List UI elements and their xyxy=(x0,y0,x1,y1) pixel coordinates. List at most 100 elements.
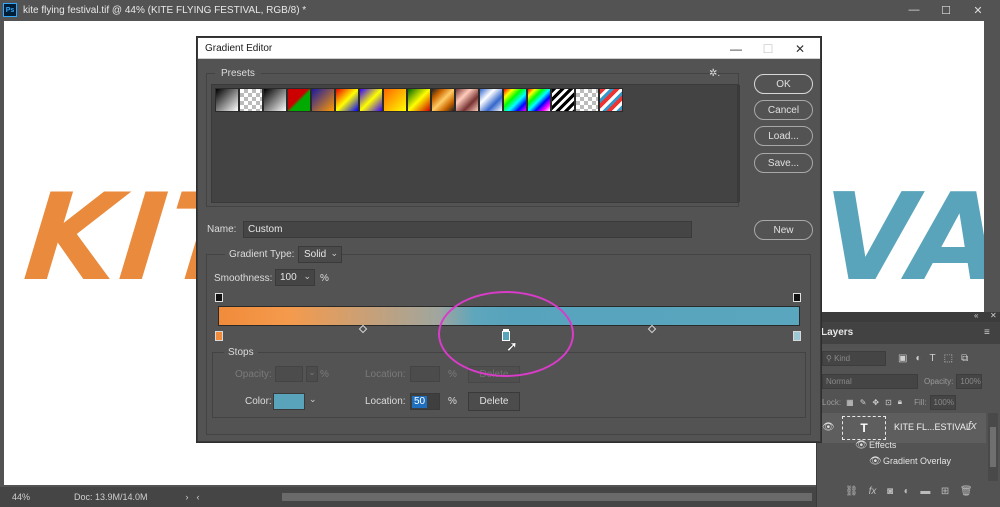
lock-row: Lock: ▦ ✎ ✥ ⊡ 🔒︎ Fill: 100% xyxy=(816,392,1000,412)
dialog-minimize-button[interactable]: — xyxy=(720,39,752,58)
blend-mode-select[interactable]: Normal xyxy=(822,373,918,389)
preset-swatch[interactable] xyxy=(311,88,335,112)
stop-opacity-label: Opacity: xyxy=(235,369,272,380)
dialog-title-bar[interactable]: Gradient Editor — ☐ ✕ xyxy=(198,38,820,59)
dialog-close-button[interactable]: ✕ xyxy=(784,39,816,58)
layer-name[interactable]: KITE FL...ESTIVAL xyxy=(894,422,971,432)
name-input[interactable]: Custom xyxy=(243,221,692,238)
close-button[interactable]: ✕ xyxy=(964,0,992,20)
preset-swatch[interactable] xyxy=(431,88,455,112)
preset-swatch[interactable] xyxy=(335,88,359,112)
fx-icon[interactable]: fx xyxy=(968,420,977,432)
lock-pixels-icon[interactable]: ✎ xyxy=(860,398,867,407)
load-button[interactable]: Load... xyxy=(754,126,813,146)
opacity-label: Opacity: xyxy=(924,376,954,386)
canvas-right-visible-area[interactable]: VAL xyxy=(816,21,984,321)
chevron-down-icon[interactable]: ⌄ xyxy=(303,271,311,282)
save-button[interactable]: Save... xyxy=(754,153,813,173)
visibility-eye-icon[interactable]: 👁︎ xyxy=(822,422,835,433)
preset-swatch[interactable] xyxy=(575,88,599,112)
fx-icon[interactable]: fx xyxy=(869,486,877,497)
color-stop-left[interactable] xyxy=(215,331,223,341)
link-icon[interactable]: ⛓︎ xyxy=(845,486,858,497)
cancel-button[interactable]: Cancel xyxy=(754,100,813,120)
panel-menu-icon[interactable]: ≡ xyxy=(984,327,990,338)
panel-collapse-strip[interactable]: « ✕ xyxy=(816,311,1000,322)
preset-swatch[interactable] xyxy=(407,88,431,112)
trash-icon[interactable]: 🗑︎ xyxy=(960,486,973,497)
delete-button[interactable]: Delete xyxy=(468,392,520,411)
dialog-maximize-button: ☐ xyxy=(762,41,774,56)
presets-gear-icon[interactable]: ✲. xyxy=(709,68,720,79)
layers-scrollbar[interactable] xyxy=(988,413,998,481)
lock-label: Lock: xyxy=(822,397,842,407)
collapse-icon[interactable]: « xyxy=(974,311,978,320)
chevron-down-icon: ⌄ xyxy=(330,248,338,258)
opacity-stop-left[interactable] xyxy=(215,293,223,302)
fill-input[interactable]: 100% xyxy=(929,394,956,410)
location-input[interactable]: 50 xyxy=(410,393,440,410)
preset-swatch[interactable] xyxy=(359,88,383,112)
adjustment-icon[interactable]: ◐ xyxy=(904,486,910,497)
mask-icon[interactable]: ◙ xyxy=(887,486,893,497)
kind-filter-select[interactable]: ⚲ Kind xyxy=(822,350,886,366)
opacity-input[interactable]: 100% xyxy=(956,373,983,389)
preset-swatch[interactable] xyxy=(215,88,239,112)
photoshop-logo-icon: Ps xyxy=(3,3,17,17)
filter-type-icon[interactable]: T xyxy=(930,353,936,364)
preset-swatch[interactable] xyxy=(455,88,479,112)
gradient-overlay-effect[interactable]: Gradient Overlay xyxy=(883,456,951,466)
document-title: kite flying festival.tif @ 44% (KITE FLY… xyxy=(23,4,307,16)
ok-button[interactable]: OK xyxy=(754,74,813,94)
new-layer-icon[interactable]: ⊞ xyxy=(941,486,949,497)
lock-all-icon[interactable]: 🔒︎ xyxy=(898,397,902,407)
minimize-button[interactable]: — xyxy=(900,0,928,20)
smoothness-value: 100 xyxy=(280,272,297,283)
stops-label: Stops xyxy=(224,347,258,358)
folder-icon[interactable]: ▬ xyxy=(920,486,930,497)
preset-swatch[interactable] xyxy=(479,88,503,112)
horizontal-scrollbar[interactable] xyxy=(282,493,812,501)
lock-position-icon[interactable]: ✥ xyxy=(872,398,879,407)
effects-eye-icon[interactable]: 👁︎ xyxy=(855,440,868,451)
opacity-location-input xyxy=(410,366,440,382)
canvas-festival-text: VAL xyxy=(824,169,984,308)
effects-label[interactable]: Effects xyxy=(869,440,896,450)
preset-swatch[interactable] xyxy=(503,88,527,112)
zoom-level[interactable]: 44% xyxy=(12,492,48,502)
preset-swatch[interactable] xyxy=(287,88,311,112)
filter-smart-object-icon[interactable]: ⧉ xyxy=(961,353,968,364)
gradient-type-select[interactable]: Solid ⌄ xyxy=(298,246,342,263)
gradient-overlay-eye-icon[interactable]: 👁︎ xyxy=(869,456,882,467)
preset-swatch[interactable] xyxy=(551,88,575,112)
tab-layers[interactable]: Layers xyxy=(821,327,853,338)
panel-close-icon[interactable]: ✕ xyxy=(990,311,997,320)
filter-shape-icon[interactable]: ⬚ xyxy=(944,353,953,364)
preset-swatch[interactable] xyxy=(527,88,551,112)
name-label: Name: xyxy=(207,224,237,235)
chevron-down-icon[interactable]: ⌄ xyxy=(309,394,317,405)
filter-pixel-icon[interactable]: ▣ xyxy=(898,353,907,364)
presets-scrollbar[interactable] xyxy=(737,85,740,202)
preset-swatch[interactable] xyxy=(239,88,263,112)
search-icon: ⚲ xyxy=(826,353,835,363)
color-stop-right[interactable] xyxy=(793,331,801,341)
preset-swatch[interactable] xyxy=(263,88,287,112)
maximize-button[interactable]: ☐ xyxy=(932,0,960,20)
smoothness-input[interactable]: 100 ⌄ xyxy=(275,269,315,286)
filter-adjustment-icon[interactable]: ◐ xyxy=(915,353,921,364)
layers-bottom-toolbar: ⛓︎ fx ◙ ◐ ▬ ⊞ 🗑︎ xyxy=(816,482,1000,500)
layer-row-kite-text[interactable]: 👁︎ T KITE FL...ESTIVAL fx xyxy=(816,413,986,443)
preset-swatch[interactable] xyxy=(599,88,623,112)
layers-scroll-thumb[interactable] xyxy=(990,427,996,467)
stop-color-swatch[interactable] xyxy=(273,393,305,410)
scroll-left-icon[interactable]: ‹ xyxy=(197,492,200,502)
lock-artboard-icon[interactable]: ⊡ xyxy=(885,398,892,407)
preset-swatch[interactable] xyxy=(383,88,407,112)
status-menu-arrow-icon[interactable]: › xyxy=(186,492,189,502)
color-label: Color: xyxy=(245,396,272,407)
lock-transparent-icon[interactable]: ▦ xyxy=(846,398,854,407)
presets-swatch-grid[interactable] xyxy=(211,84,740,203)
new-button[interactable]: New xyxy=(754,220,813,240)
opacity-stop-right[interactable] xyxy=(793,293,801,302)
